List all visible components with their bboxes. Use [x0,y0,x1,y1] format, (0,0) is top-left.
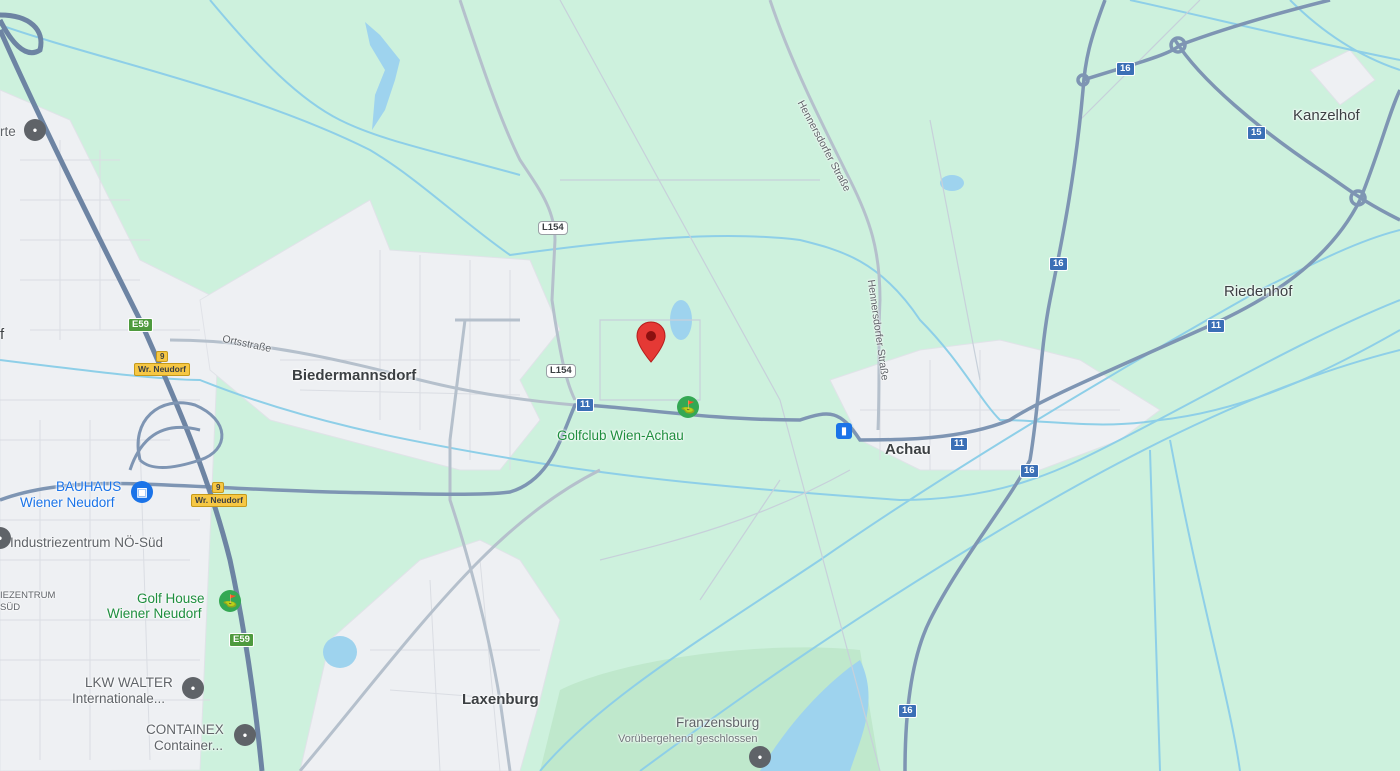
place-pin-icon[interactable]: • [182,677,204,699]
road-shield-l154: L154 [538,221,568,235]
place-label-kanzelhof[interactable]: Kanzelhof [1293,107,1360,124]
road-shield-e59: E59 [229,633,254,647]
poi-label-franzensburg[interactable]: Franzensburg [676,715,759,731]
road-shield-15: 15 [1247,126,1266,140]
poi-label-golfhouse[interactable]: Golf House [137,591,205,607]
poi-label-industriezentrum[interactable]: Industriezentrum NÖ-Süd [10,535,163,551]
place-pin-icon[interactable]: • [24,119,46,141]
poi-label-lkw-walter[interactable]: LKW WALTER [85,675,173,691]
place-label-partial: f [0,326,5,343]
road-shield-16: 16 [1116,62,1135,76]
poi-label-containex-sub[interactable]: Container... [154,738,223,754]
train-station-icon[interactable]: ▮ [836,423,852,439]
place-label-biedermannsdorf[interactable]: Biedermannsdorf [292,367,416,384]
road-shield-16: 16 [1020,464,1039,478]
location-pin-icon[interactable] [636,321,666,363]
place-label-achau[interactable]: Achau [885,441,931,458]
place-pin-icon[interactable]: • [234,724,256,746]
exit-name: Wr. Neudorf [191,494,248,507]
poi-label-franzensburg-status: Vorübergehend geschlossen [618,733,758,745]
road-shield-11: 11 [1207,319,1226,333]
place-label-riedenhof[interactable]: Riedenhof [1224,283,1292,300]
poi-label-golfclub[interactable]: Golfclub Wien-Achau [557,428,684,444]
road-shield-11: 11 [950,437,969,451]
place-label-laxenburg[interactable]: Laxenburg [462,691,539,708]
exit-number: 9 [212,482,225,493]
pond-southwest [323,636,357,668]
exit-name: Wr. Neudorf [134,363,191,376]
road-shield-16: 16 [898,704,917,718]
shopping-bag-icon[interactable]: ▣ [131,481,153,503]
road-shield-16: 16 [1049,257,1068,271]
place-pin-icon[interactable]: • [749,746,771,768]
golf-flag-icon[interactable]: ⛳ [677,396,699,418]
poi-label-industriezentrum-partial: IEZENTRUM [0,590,56,601]
exit-number: 9 [156,351,169,362]
poi-label-lkw-walter-sub[interactable]: Internationale... [72,691,165,707]
golf-flag-icon[interactable]: ⛳ [219,590,241,612]
poi-label-golfhouse-sub[interactable]: Wiener Neudorf [107,606,202,622]
map-canvas[interactable]: L154 L154 11 11 11 16 16 16 16 15 E59 E5… [0,0,1400,771]
map-base-layer [0,0,1400,771]
road-shield-l154: L154 [546,364,576,378]
poi-label-bauhaus[interactable]: BAUHAUS [56,479,121,495]
poi-label-partial: rte [0,124,16,139]
poi-label-industriezentrum-partial: SÜD [0,602,21,613]
road-shield-e59: E59 [128,318,153,332]
road-shield-11: 11 [576,398,595,412]
poi-label-containex[interactable]: CONTAINEX [146,722,224,738]
poi-label-bauhaus-sub[interactable]: Wiener Neudorf [20,495,115,511]
